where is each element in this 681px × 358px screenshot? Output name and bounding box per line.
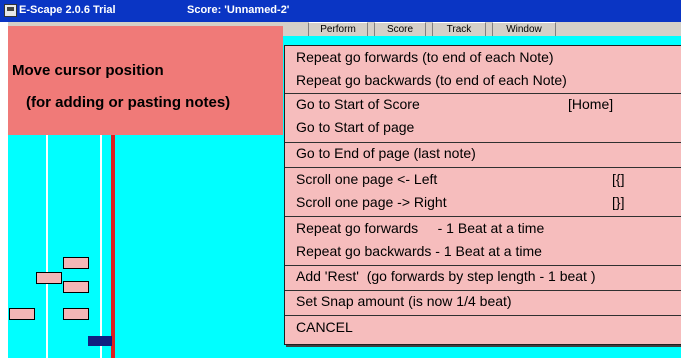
menu-item-label: Scroll one page -> Right — [296, 194, 447, 210]
selected-note[interactable] — [88, 336, 112, 346]
menu-item-start-of-page[interactable]: Go to Start of page — [285, 117, 681, 139]
app-icon — [4, 4, 17, 17]
menu-item-repeat-backwards-note[interactable]: Repeat go backwards (to end of each Note… — [285, 70, 681, 92]
menu-item-label: Add 'Rest' (go forwards by step length -… — [296, 268, 596, 284]
menu-item-label: Repeat go forwards (to end of each Note) — [296, 49, 554, 65]
menu-item-start-of-score[interactable]: Go to Start of Score [Home] — [285, 94, 681, 116]
menu-item-label: CANCEL — [296, 319, 353, 335]
menu-item-repeat-forwards-beat[interactable]: Repeat go forwards - 1 Beat at a time — [285, 218, 681, 240]
menu-item-label: Go to End of page (last note) — [296, 145, 476, 161]
score-name: Score: 'Unnamed-2' — [187, 4, 290, 16]
menu-item-repeat-backwards-beat[interactable]: Repeat go backwards - 1 Beat at a time — [285, 241, 681, 263]
cursor-context-menu: Repeat go forwards (to end of each Note)… — [284, 45, 681, 345]
menu-track[interactable]: Track — [432, 22, 486, 37]
menu-item-label: Repeat go forwards - 1 Beat at a time — [296, 220, 545, 236]
window-title: E-Scape 2.0.6 Trial — [19, 4, 116, 16]
menu-item-label: Scroll one page <- Left — [296, 171, 438, 187]
menu-item-label: Repeat go backwards (to end of each Note… — [296, 72, 567, 88]
note[interactable] — [63, 257, 89, 269]
note[interactable] — [63, 308, 89, 320]
hint-title: Move cursor position — [12, 62, 164, 79]
menu-item-label: Repeat go backwards - 1 Beat at a time — [296, 243, 542, 259]
menu-item-shortcut: [{] — [612, 171, 625, 187]
hint-subtitle: (for adding or pasting notes) — [26, 94, 231, 111]
menu-separator — [285, 315, 681, 316]
menu-item-add-rest[interactable]: Add 'Rest' (go forwards by step length -… — [285, 266, 681, 288]
note[interactable] — [36, 272, 62, 284]
menu-separator — [285, 167, 681, 168]
menu-window[interactable]: Window — [492, 22, 556, 37]
menu-item-repeat-forwards-note[interactable]: Repeat go forwards (to end of each Note) — [285, 47, 681, 69]
menu-item-shortcut: [}] — [612, 194, 625, 210]
note[interactable] — [9, 308, 35, 320]
menu-item-cancel[interactable]: CANCEL — [285, 317, 681, 339]
menu-perform[interactable]: Perform — [308, 22, 368, 37]
menu-item-label: Set Snap amount (is now 1/4 beat) — [296, 293, 512, 309]
menu-item-label: Go to Start of page — [296, 119, 415, 135]
menu-item-scroll-left[interactable]: Scroll one page <- Left [{] — [285, 169, 681, 191]
menu-item-set-snap[interactable]: Set Snap amount (is now 1/4 beat) — [285, 291, 681, 313]
title-bar: E-Scape 2.0.6 Trial Score: 'Unnamed-2' — [0, 0, 681, 22]
hint-panel: Move cursor position (for adding or past… — [8, 26, 283, 135]
menu-item-end-of-page[interactable]: Go to End of page (last note) — [285, 143, 681, 165]
menu-item-label: Go to Start of Score — [296, 96, 420, 112]
menu-item-shortcut: [Home] — [568, 96, 614, 112]
note[interactable] — [63, 281, 89, 293]
menu-item-scroll-right[interactable]: Scroll one page -> Right [}] — [285, 192, 681, 214]
menu-score[interactable]: Score — [374, 22, 426, 37]
menu-separator — [285, 216, 681, 217]
